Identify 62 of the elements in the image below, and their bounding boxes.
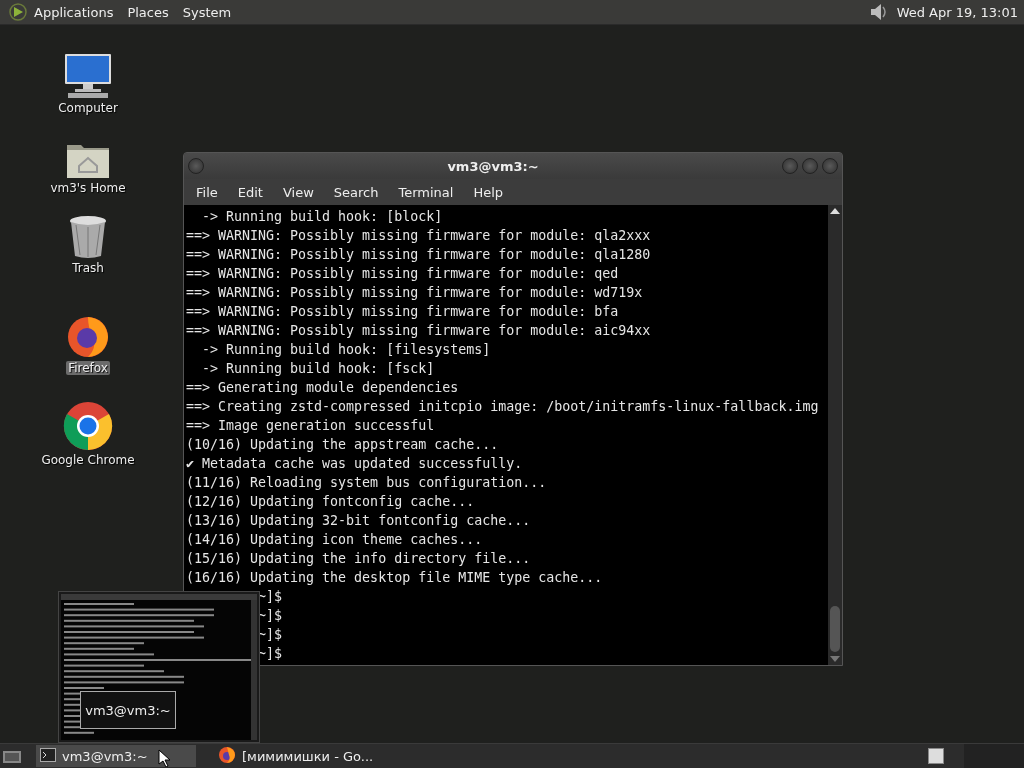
trash-can-icon[interactable] [68,215,108,259]
terminal-line: ~]$ [257,626,284,644]
terminal-line: ==> WARNING: Possibly missing firmware for module: qed [186,265,620,283]
terminal-line: ==> WARNING: Possibly missing firmware for module: aic94xx [186,322,652,340]
window-menu-button[interactable] [188,158,204,174]
menu-item[interactable]: Edit [229,184,271,200]
clock[interactable]: Wed Apr 19, 13:01 [896,4,1018,20]
maximize-button[interactable] [802,158,818,174]
menu-item[interactable]: Help [465,184,512,200]
terminal-line: -> Running build hook: [fsck] [201,360,436,378]
browser-icon[interactable] [63,401,113,451]
mouse-pointer-icon [158,749,170,767]
minimize-button[interactable] [782,158,798,174]
terminal-line: ==> Generating module dependencies [186,379,460,397]
terminal-line: (14/16) Updating icon theme caches... [186,531,484,549]
terminal-line: ==> WARNING: Possibly missing firmware for module: bfa [186,303,620,321]
terminal-line: ~]$ [257,588,284,606]
icon-label[interactable]: Google Chrome [39,453,137,467]
terminal-line: (10/16) Updating the appstream cache... [186,436,500,454]
computer-icon[interactable] [63,53,113,99]
taskbar-button[interactable]: vm3@vm3:~ [36,745,196,767]
terminal-icon [40,747,56,762]
speaker-icon[interactable] [868,2,889,22]
menu-item[interactable]: Terminal [390,184,462,200]
terminal-line: ==> Creating zstd-compressed initcpio image: /boot/initramfs-linux-fallback.img [186,398,820,416]
terminal-line: ==> Image generation successful [186,417,436,435]
scroll-down-icon[interactable] [830,656,840,662]
icon-label[interactable]: Firefox [66,361,110,375]
terminal-line: ~]$ [257,645,284,663]
icon-label[interactable]: Computer [56,101,120,115]
taskbar-button[interactable]: [мимимишки - Go... [214,745,382,767]
terminal-line: ==> WARNING: Possibly missing firmware for module: qla2xxx [186,227,652,245]
scroll-up-icon[interactable] [830,208,840,214]
terminal-line: ==> WARNING: Possibly missing firmware for module: wd719x [186,284,644,302]
terminal-line: (12/16) Updating fontconfig cache... [186,493,476,511]
show-desktop-icon[interactable] [2,748,22,764]
window-title: vm3@vm3:~ [447,158,539,174]
terminal-line: ~]$ [257,607,284,625]
menu-item[interactable]: Places [127,4,177,20]
icon-label[interactable]: Trash [70,261,106,275]
terminal-line: (16/16) Updating the desktop file MIME type cache... [186,569,604,587]
scrollbar[interactable] [828,205,842,665]
window-preview[interactable]: vm3@vm3:~ [58,591,260,743]
browser-icon [218,745,236,764]
terminal-line: (11/16) Reloading system bus configuration... [186,474,548,492]
logo-icon[interactable] [8,2,28,22]
terminal-line: (13/16) Updating 32-bit fontconfig cache... [186,512,532,530]
terminal-line: -> Running build hook: [filesystems] [201,341,492,359]
icon-label[interactable]: vm3's Home [48,181,128,195]
menu-item[interactable]: Applications [34,4,122,20]
tooltip: vm3@vm3:~ [80,691,176,729]
terminal-line: ✔ Metadata cache was updated successfully. [186,455,524,473]
workspace-switcher[interactable] [928,748,944,764]
terminal-line: (15/16) Updating the info directory file... [186,550,532,568]
close-button[interactable] [822,158,838,174]
terminal-line: ==> WARNING: Possibly missing firmware for module: qla1280 [186,246,652,264]
scrollbar-thumb[interactable] [830,606,840,652]
terminal-line: -> Running build hook: [block] [201,208,444,226]
menu-item[interactable]: Search [325,184,387,200]
menu-item[interactable]: File [188,184,226,200]
menu-item[interactable]: View [274,184,322,200]
menu-item[interactable]: System [182,4,240,20]
